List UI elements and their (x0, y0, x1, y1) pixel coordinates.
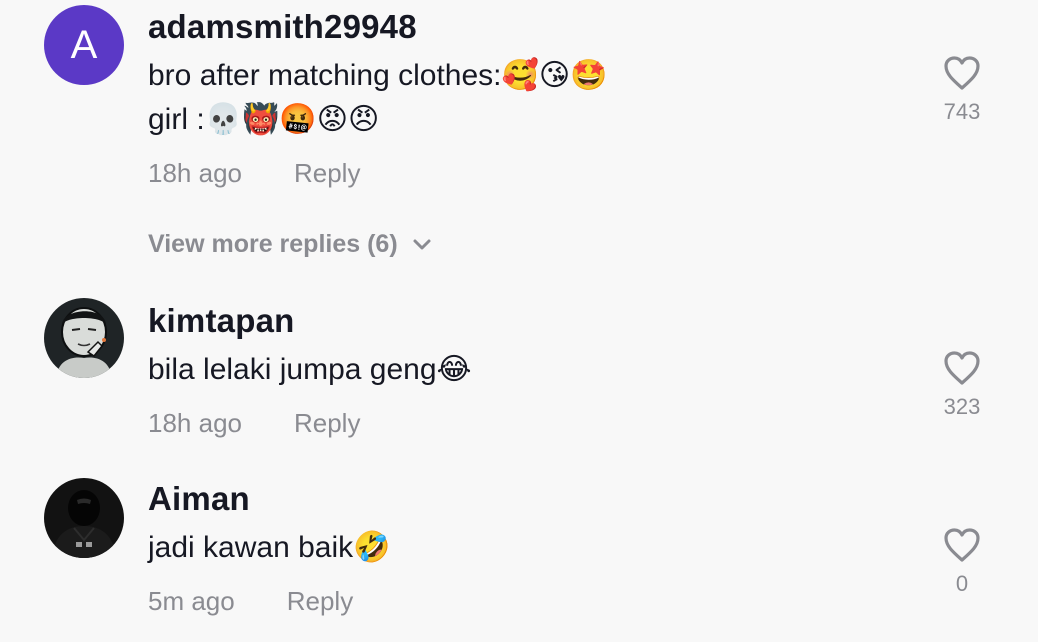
like-count: 323 (943, 394, 981, 419)
avatar[interactable] (44, 298, 124, 378)
comment-item: A adamsmith29948 bro after matching clot… (0, 0, 1038, 280)
timestamp: 18h ago (148, 158, 242, 188)
like-control: 323 (922, 350, 1002, 420)
reply-button[interactable]: Reply (294, 158, 360, 188)
heart-outline-icon[interactable] (943, 527, 981, 563)
reply-button[interactable]: Reply (294, 408, 360, 438)
comment-text-line: jadi kawan baik🤣 (148, 531, 391, 564)
like-count: 743 (943, 99, 981, 124)
timestamp: 5m ago (148, 586, 235, 616)
view-more-replies-button[interactable]: View more replies (6) (148, 230, 432, 259)
like-count: 0 (955, 571, 969, 596)
comments-list: A adamsmith29948 bro after matching clot… (0, 0, 1038, 642)
avatar[interactable] (44, 478, 124, 558)
comment-text-line: bro after matching clothes:🥰😘🤩 (148, 59, 608, 92)
heart-outline-icon[interactable] (943, 55, 981, 91)
comment-text-line: girl :💀👹🤬😡😠 (148, 103, 380, 136)
comment-item: Aiman jadi kawan baik🤣 5m ago Reply 0 (0, 476, 1038, 636)
avatar-image (44, 298, 124, 378)
timestamp: 18h ago (148, 408, 242, 438)
like-control: 743 (922, 55, 1002, 125)
chevron-down-icon (413, 239, 431, 249)
comment-text-line: bila lelaki jumpa geng😂 (148, 353, 472, 386)
like-control: 0 (922, 527, 1002, 597)
comment-meta: 18h ago Reply (148, 158, 360, 189)
view-more-label: View more replies (6) (148, 230, 398, 258)
comment-meta: 18h ago Reply (148, 408, 360, 439)
comment-item: kimtapan bila lelaki jumpa geng😂 18h ago… (0, 298, 1038, 458)
username[interactable]: Aiman (148, 480, 250, 518)
avatar-image (44, 478, 124, 558)
comment-meta: 5m ago Reply (148, 586, 353, 617)
username[interactable]: adamsmith29948 (148, 8, 417, 46)
heart-outline-icon[interactable] (943, 350, 981, 386)
avatar[interactable]: A (44, 5, 124, 85)
username[interactable]: kimtapan (148, 302, 294, 340)
reply-button[interactable]: Reply (287, 586, 353, 616)
avatar-letter: A (70, 22, 98, 67)
